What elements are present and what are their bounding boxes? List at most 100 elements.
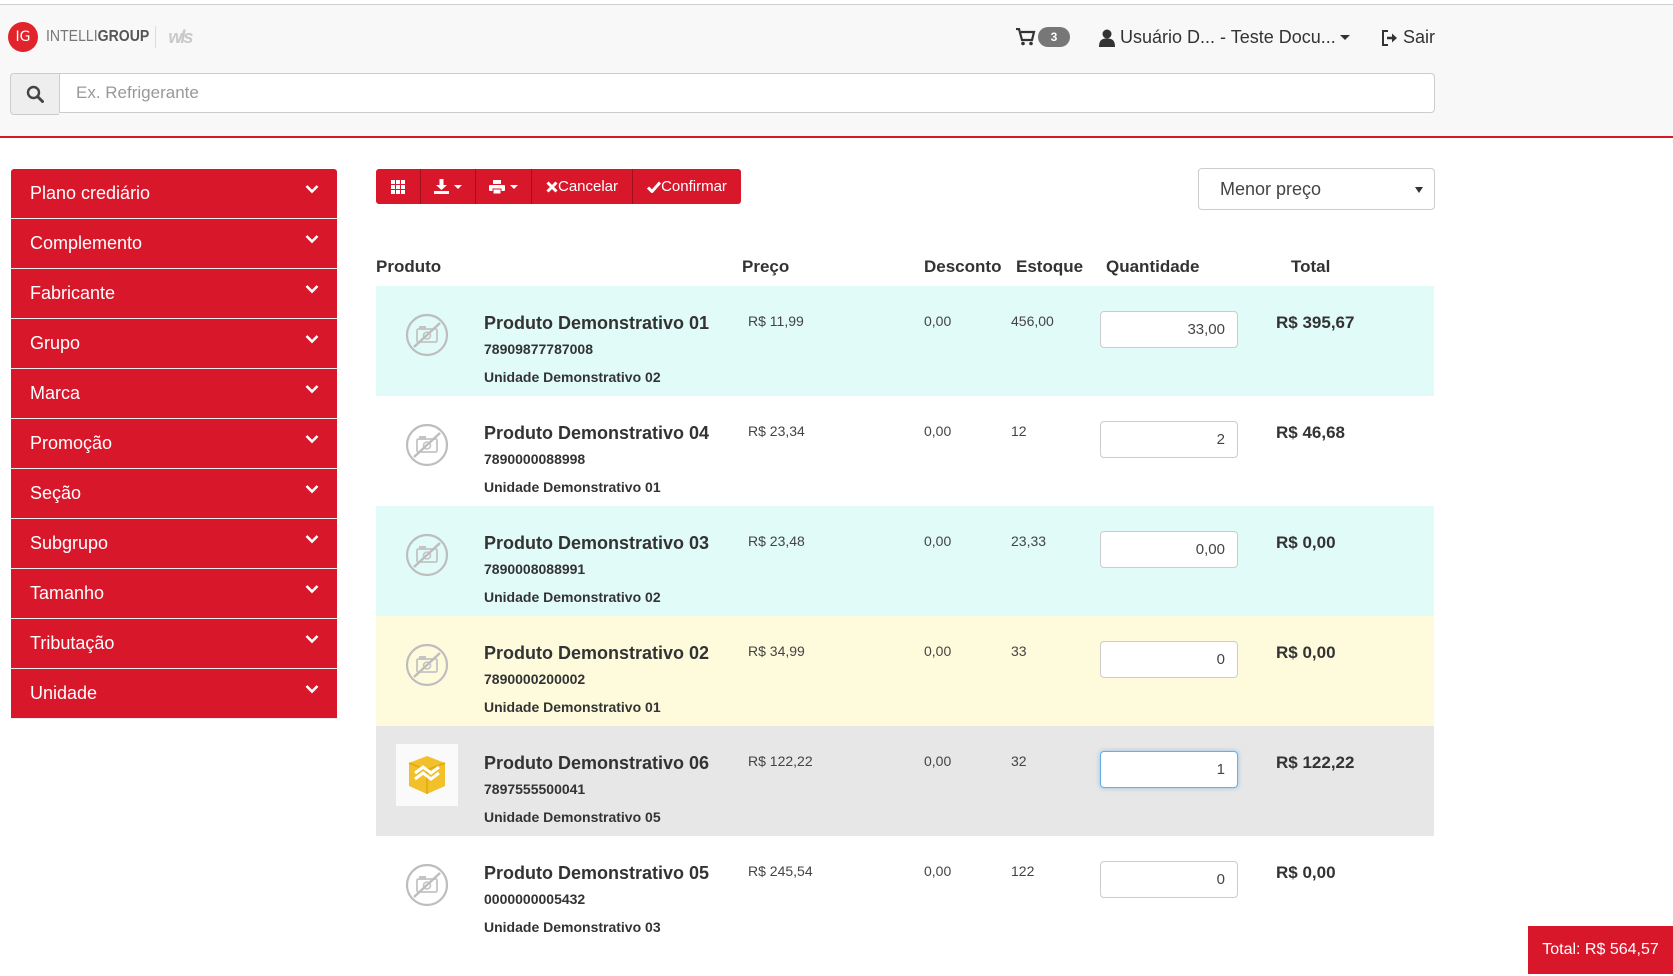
sidebar-item-label: Fabricante (30, 283, 116, 303)
no-image-icon (396, 414, 458, 476)
product-name[interactable]: Produto Demonstrativo 02 (484, 643, 709, 664)
cart-button[interactable]: 3 (1016, 27, 1070, 47)
product-stock: 122 (1011, 863, 1035, 879)
sidebar-item-label: Promoção (30, 433, 113, 453)
sidebar-item-label: Plano crediário (30, 183, 151, 203)
sidebar-item-subgrupo[interactable]: Subgrupo (11, 519, 337, 569)
shopping-cart-icon (1016, 28, 1036, 46)
product-code: 7890000200002 (484, 671, 586, 687)
download-dropdown-button[interactable] (421, 169, 476, 204)
chevron-down-icon (305, 185, 319, 194)
quantity-input[interactable] (1100, 751, 1238, 788)
sidebar-item-marca[interactable]: Marca (11, 369, 337, 419)
product-name[interactable]: Produto Demonstrativo 05 (484, 863, 709, 884)
cancel-button[interactable]: Cancelar (532, 169, 633, 204)
sort-select[interactable]: Menor preço (1198, 168, 1435, 210)
quantity-input[interactable] (1100, 421, 1238, 458)
product-stock: 33 (1011, 643, 1027, 659)
chevron-down-icon (305, 635, 319, 644)
header-estoque: Estoque (1016, 257, 1084, 276)
search-button[interactable] (10, 73, 59, 115)
intelligroup-logo[interactable]: IG INTELLIGROUP wls (8, 22, 193, 52)
logout-label: Sair (1403, 27, 1436, 47)
product-code: 7890008088991 (484, 561, 586, 577)
product-unit: Unidade Demonstrativo 05 (484, 809, 661, 825)
chevron-down-icon (305, 235, 319, 244)
logout-button[interactable]: Sair (1381, 27, 1435, 48)
action-toolbar: Cancelar Confirmar (376, 169, 741, 204)
product-discount: 0,00 (924, 533, 952, 549)
product-stock: 32 (1011, 753, 1027, 769)
user-name: Usuário D... - Teste Docu... (1120, 27, 1336, 47)
chevron-down-icon (305, 685, 319, 694)
quantity-input[interactable] (1100, 531, 1238, 568)
product-discount: 0,00 (924, 643, 952, 659)
sidebar-item-secao[interactable]: Seção (11, 469, 337, 519)
sidebar-item-tributacao[interactable]: Tributação (11, 619, 337, 669)
table-row: Produto Demonstrativo 04 7890000088998 Uni… (376, 396, 1434, 506)
close-icon (546, 180, 558, 193)
product-price: R$ 11,99 (748, 313, 804, 329)
table-row: Produto Demonstrativo 02 7890000200002 Uni… (376, 616, 1434, 726)
table-row: Produto Demonstrativo 06 7897555500041 Uni… (376, 726, 1434, 836)
select-arrow-icon (1415, 187, 1423, 193)
search-icon (26, 85, 44, 103)
product-name[interactable]: Produto Demonstrativo 04 (484, 423, 709, 444)
sort-selected-value: Menor preço (1220, 178, 1322, 199)
sidebar-item-label: Tributação (30, 633, 115, 653)
chevron-down-icon (510, 184, 518, 189)
sidebar-item-label: Complemento (30, 233, 143, 253)
product-discount: 0,00 (924, 423, 952, 439)
product-stock: 12 (1011, 423, 1027, 439)
table-row: Produto Demonstrativo 03 7890008088991 Uni… (376, 506, 1434, 616)
product-name[interactable]: Produto Demonstrativo 01 (484, 313, 709, 334)
no-image-icon (396, 634, 458, 696)
product-price: R$ 23,34 (748, 423, 805, 439)
grid-view-button[interactable] (376, 169, 421, 204)
no-image-icon (396, 524, 458, 586)
sidebar-item-complemento[interactable]: Complemento (11, 219, 337, 269)
sidebar-item-plano-crediario[interactable]: Plano crediário (11, 169, 337, 219)
print-dropdown-button[interactable] (476, 169, 532, 204)
header-preco: Preço (742, 257, 790, 276)
search-input[interactable] (59, 73, 1435, 113)
user-menu-dropdown[interactable]: Usuário D... - Teste Docu... (1099, 27, 1350, 48)
product-code: 0000000005432 (484, 891, 586, 907)
chevron-down-icon (305, 485, 319, 494)
chevron-down-icon (1339, 35, 1350, 40)
logo-badge: IG (8, 22, 38, 52)
sidebar-item-label: Unidade (30, 683, 98, 703)
sidebar-item-promocao[interactable]: Promoção (11, 419, 337, 469)
product-unit: Unidade Demonstrativo 01 (484, 699, 661, 715)
product-stock: 23,33 (1011, 533, 1047, 549)
quantity-input[interactable] (1100, 641, 1238, 678)
product-total: R$ 122,22 (1276, 753, 1355, 772)
product-name[interactable]: Produto Demonstrativo 06 (484, 753, 709, 774)
product-total: R$ 0,00 (1276, 533, 1336, 552)
sidebar-item-unidade[interactable]: Unidade (11, 669, 337, 719)
product-name[interactable]: Produto Demonstrativo 03 (484, 533, 709, 554)
header-produto: Produto (376, 257, 442, 276)
logout-icon (1382, 29, 1397, 46)
check-icon (647, 181, 662, 193)
quantity-input[interactable] (1100, 861, 1238, 898)
sidebar-item-grupo[interactable]: Grupo (11, 319, 337, 369)
product-price: R$ 34,99 (748, 643, 805, 659)
product-code: 78909877787008 (484, 341, 594, 357)
confirm-label: Confirmar (661, 178, 727, 195)
product-unit: Unidade Demonstrativo 02 (484, 369, 661, 385)
chevron-down-icon (305, 335, 319, 344)
sidebar-item-tamanho[interactable]: Tamanho (11, 569, 337, 619)
quantity-input[interactable] (1100, 311, 1238, 348)
sidebar-item-fabricante[interactable]: Fabricante (11, 269, 337, 319)
chevron-down-icon (305, 285, 319, 294)
sidebar-item-label: Subgrupo (30, 533, 109, 553)
product-table-body: Produto Demonstrativo 01 78909877787008 Un… (376, 286, 1434, 946)
product-total: R$ 0,00 (1276, 863, 1336, 882)
chevron-down-icon (305, 435, 319, 444)
no-image-icon (396, 854, 458, 916)
product-box-icon (396, 744, 458, 806)
download-icon (434, 179, 449, 194)
sidebar-item-label: Seção (30, 483, 82, 503)
confirm-button[interactable]: Confirmar (633, 169, 741, 204)
